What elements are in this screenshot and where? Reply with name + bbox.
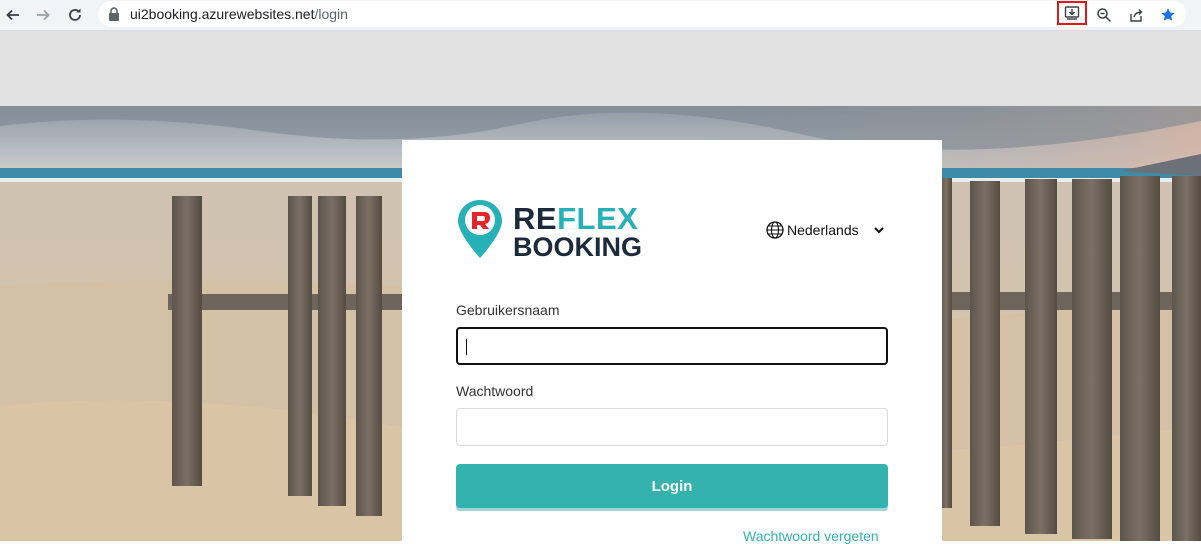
install-app-button[interactable] [1057, 1, 1087, 25]
bookmark-star-icon [1161, 8, 1175, 21]
browser-toolbar: ui2booking.azurewebsites.net/login [0, 0, 1201, 31]
address-bar[interactable]: ui2booking.azurewebsites.net/login [98, 1, 1186, 27]
chevron-down-icon [873, 227, 884, 234]
url-text: ui2booking.azurewebsites.net/login [130, 6, 348, 22]
bookmark-button[interactable] [1157, 4, 1179, 26]
logo-text-re: RE [513, 201, 557, 236]
forward-arrow-icon [37, 9, 50, 21]
language-selector[interactable]: Nederlands [766, 220, 886, 240]
url-path: /login [314, 6, 348, 22]
reload-button[interactable] [64, 4, 86, 26]
reload-icon [69, 8, 81, 21]
username-input[interactable] [456, 327, 888, 365]
header-band [0, 31, 1201, 106]
logo-text-flex: FLEX [557, 201, 638, 236]
install-app-icon [1064, 6, 1080, 20]
zoom-button[interactable] [1093, 4, 1115, 26]
lock-icon [109, 7, 119, 21]
login-card: REFLEX BOOKING Nederlands Gebruikersnaam… [402, 140, 942, 544]
url-domain: ui2booking.azurewebsites.net [130, 6, 315, 22]
username-label: Gebruikersnaam [456, 302, 560, 318]
forgot-password-link[interactable]: Wachtwoord vergeten [743, 528, 879, 544]
back-arrow-icon [6, 9, 19, 21]
svg-text:REFLEX: REFLEX [513, 201, 638, 236]
password-label: Wachtwoord [456, 383, 534, 399]
text-cursor [466, 339, 467, 355]
password-input[interactable] [456, 408, 888, 446]
back-button[interactable] [2, 4, 24, 26]
share-icon [1130, 9, 1143, 22]
reflex-booking-logo: REFLEX BOOKING [458, 198, 668, 262]
forward-button[interactable] [32, 4, 54, 26]
share-button[interactable] [1125, 4, 1147, 26]
language-label: Nederlands [787, 222, 859, 238]
globe-icon [766, 221, 784, 239]
logo-text-booking: BOOKING [513, 232, 642, 262]
login-button[interactable]: Login [456, 464, 888, 508]
zoom-icon [1097, 8, 1112, 23]
